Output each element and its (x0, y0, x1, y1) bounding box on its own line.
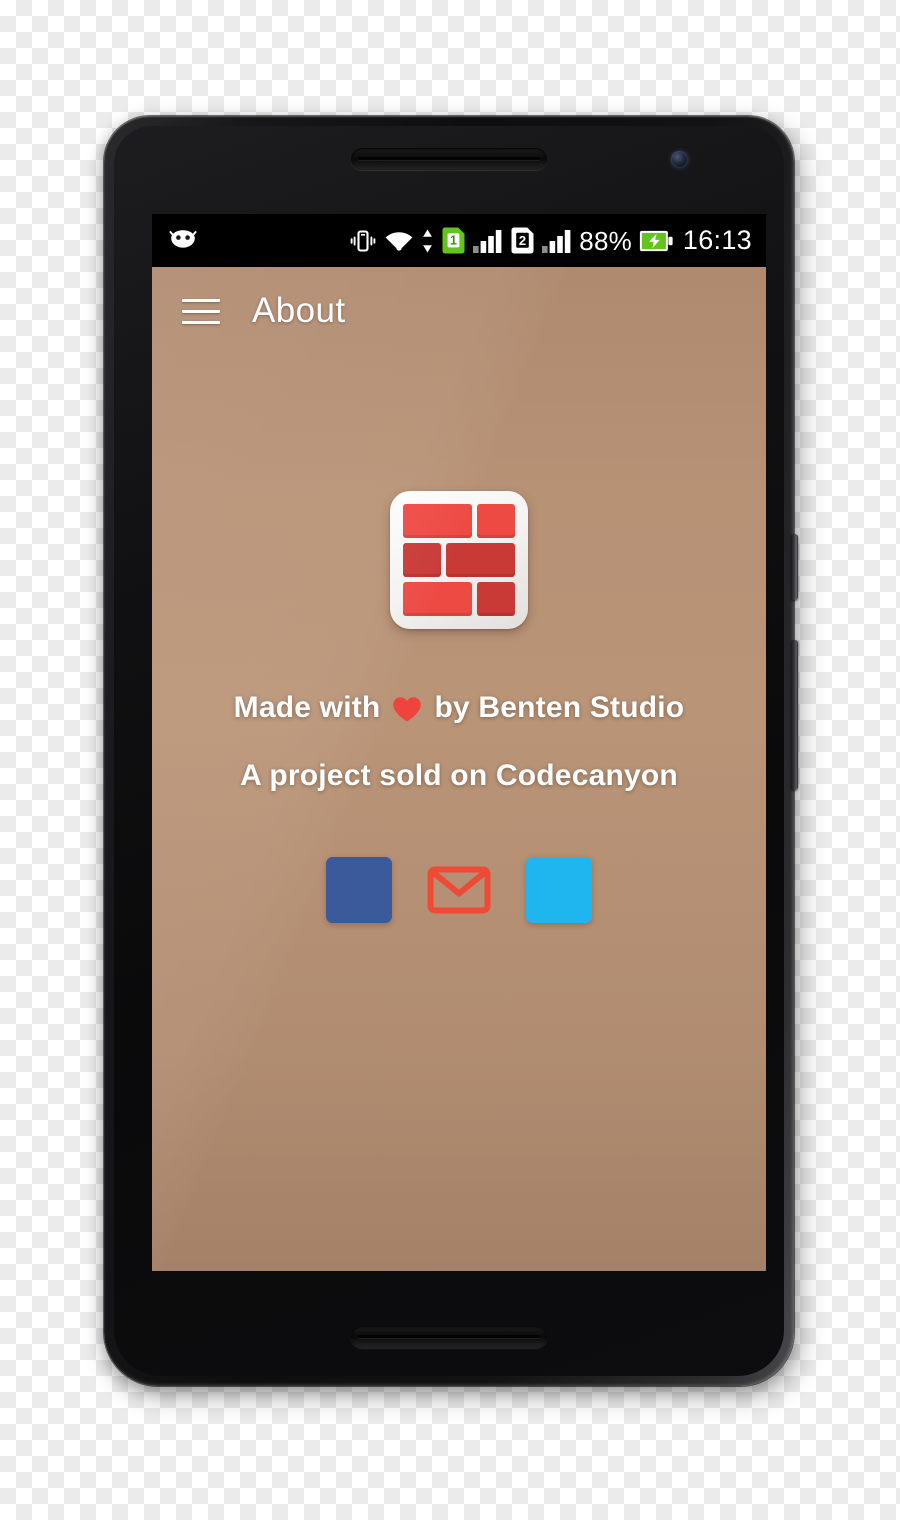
android-head-icon (166, 229, 200, 253)
credit-prefix: Made with (233, 691, 381, 724)
svg-text:1: 1 (450, 234, 457, 248)
signal-bars-icon (473, 228, 503, 254)
wifi-icon (384, 228, 414, 254)
credit-line: Made with by Benten Studio (152, 691, 766, 725)
status-clock: 16:13 (682, 225, 752, 255)
phone-screen: 1 2 88% 16:13 About Made with by Benten … (152, 214, 766, 1271)
status-bar: 1 2 88% 16:13 (152, 214, 766, 267)
phone-glass-front: 1 2 88% 16:13 About Made with by Benten … (114, 126, 784, 1376)
social-links-row (152, 857, 766, 923)
battery-charging-icon (639, 230, 673, 252)
volume-button[interactable] (791, 640, 798, 790)
logo-brick-row (403, 582, 515, 616)
app-about-screen: About Made with by Benten Studio A proje… (152, 267, 766, 1271)
logo-brick (403, 543, 441, 577)
power-button[interactable] (791, 534, 798, 600)
about-content: Made with by Benten Studio A project sol… (152, 355, 766, 923)
logo-brick (403, 582, 473, 616)
data-transfer-arrows-icon (421, 227, 434, 255)
hamburger-menu-icon[interactable] (182, 289, 226, 333)
battery-percent-label: 88% (579, 225, 632, 256)
heart-icon (392, 696, 422, 723)
logo-brick (477, 582, 515, 616)
earpiece-speaker-grille (351, 148, 547, 170)
signal-bars-icon (542, 228, 572, 254)
bottom-speaker-grille (351, 1326, 547, 1348)
twitter-bird-icon[interactable] (526, 857, 592, 923)
phone-device: 1 2 88% 16:13 About Made with by Benten … (104, 116, 798, 1386)
app-bar: About (152, 267, 766, 355)
brick-wall-app-logo (390, 491, 528, 629)
facebook-icon[interactable] (326, 857, 392, 923)
sim1-icon: 1 (441, 226, 466, 255)
credit-suffix: by Benten Studio (434, 691, 685, 724)
svg-text:2: 2 (519, 233, 526, 248)
screenshot-canvas: 1 2 88% 16:13 About Made with by Benten … (0, 0, 900, 1520)
project-line: A project sold on Codecanyon (240, 759, 678, 792)
page-title: About (252, 291, 346, 330)
logo-brick-row (403, 543, 515, 577)
envelope-icon[interactable] (426, 857, 492, 923)
sim2-icon: 2 (510, 226, 535, 255)
front-camera-icon (671, 151, 688, 168)
vibrate-icon (349, 227, 377, 255)
logo-brick (403, 504, 473, 538)
logo-brick (477, 504, 515, 538)
logo-brick (445, 543, 515, 577)
status-bar-right-icons: 1 2 88% 16:13 (349, 226, 752, 255)
status-bar-left-icons (166, 229, 200, 253)
logo-brick-row (403, 504, 515, 538)
